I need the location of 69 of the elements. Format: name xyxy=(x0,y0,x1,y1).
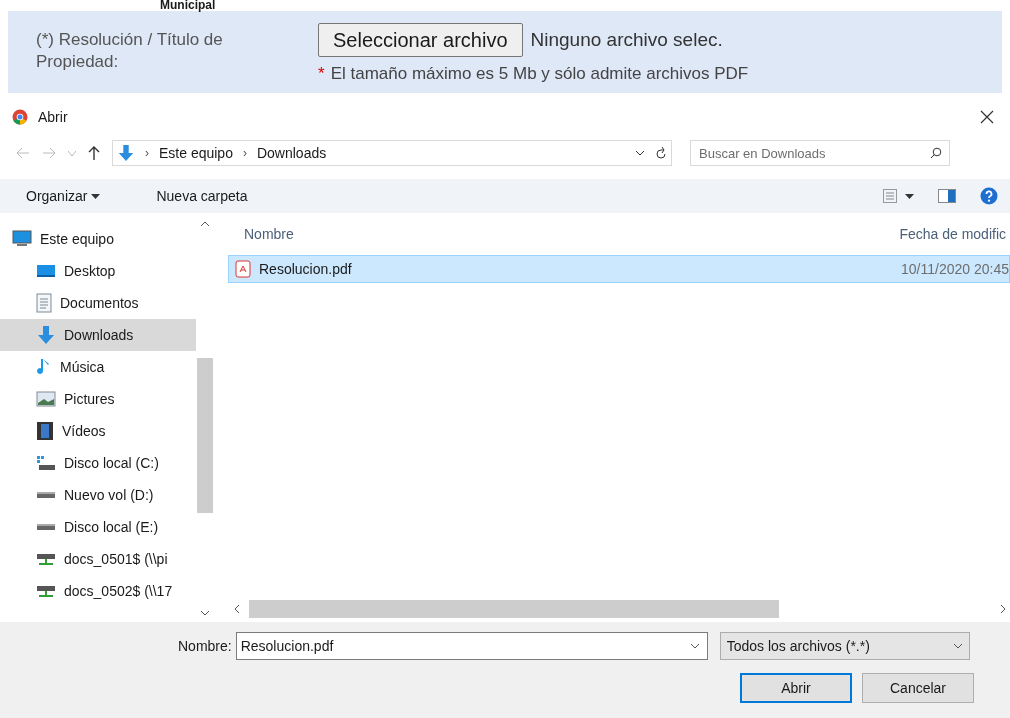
address-bar[interactable]: › Este equipo › Downloads xyxy=(112,140,672,166)
toolbar-button[interactable]: Organizar xyxy=(18,185,109,207)
search-icon xyxy=(930,147,942,159)
pdf-file-icon xyxy=(235,260,251,278)
sidebar-item[interactable]: Desktop xyxy=(0,255,196,287)
monitor-icon xyxy=(36,263,56,279)
network-drive-icon xyxy=(36,583,56,599)
browser-logo-icon xyxy=(12,109,28,125)
close-icon[interactable] xyxy=(980,110,994,124)
dialog-button[interactable]: Cancelar xyxy=(862,673,974,703)
preview-pane-icon[interactable] xyxy=(938,189,956,203)
page-heading: Municipal xyxy=(159,0,217,10)
up-arrow-icon[interactable] xyxy=(88,146,100,160)
filename-field[interactable]: Resolucion.pdf xyxy=(235,632,708,660)
sidebar-item[interactable]: Disco local (C:) xyxy=(0,447,196,479)
caret-icon[interactable] xyxy=(635,150,645,156)
down-arrow-icon xyxy=(117,143,135,163)
column-header[interactable]: Fecha de modific xyxy=(899,223,1006,245)
file-status: Ninguno archivo selec. xyxy=(530,27,723,52)
scroll-down-icon[interactable] xyxy=(201,611,209,616)
breadcrumb-separator: › xyxy=(242,145,247,162)
file-name: Resolucion.pdf xyxy=(259,259,352,279)
music-note-icon xyxy=(36,357,52,377)
drive-icon xyxy=(36,523,56,531)
hint-text: El tamaño máximo es 5 Mb y sólo admite archivos PDF xyxy=(330,63,749,85)
file-select-button[interactable]: Seleccionar archivo xyxy=(318,23,523,57)
sidebar-item[interactable]: Vídeos xyxy=(0,415,196,447)
computer-icon xyxy=(12,230,32,248)
filename-label: Nombre: xyxy=(178,636,232,656)
sidebar-item[interactable]: Este equipo xyxy=(0,223,196,255)
breadcrumb-item[interactable]: Downloads xyxy=(256,142,327,164)
sidebar-item[interactable]: Downloads xyxy=(0,319,196,351)
sidebar-item[interactable]: Documentos xyxy=(0,287,196,319)
caret-icon xyxy=(952,643,963,649)
caret-icon[interactable] xyxy=(905,193,914,199)
field-label: (*) Resolución / Título de Propiedad: xyxy=(36,29,224,73)
file-type-dropdown[interactable]: Todos los archivos (*.*) xyxy=(719,632,970,660)
dialog-title: Abrir xyxy=(38,107,68,127)
sidebar-item[interactable]: docs_0502$ (\\17 xyxy=(0,575,196,607)
dialog-button[interactable]: Abrir xyxy=(740,673,852,703)
toolbar-button[interactable]: Nueva carpeta xyxy=(148,185,256,207)
network-drive-icon xyxy=(36,551,56,567)
refresh-icon[interactable] xyxy=(655,146,667,160)
scrollbar-thumb[interactable] xyxy=(249,600,779,618)
scroll-left-icon[interactable] xyxy=(234,605,239,613)
drive-icon xyxy=(36,455,56,471)
picture-icon xyxy=(36,391,56,407)
down-arrow-icon xyxy=(36,325,56,345)
breadcrumb-separator: › xyxy=(145,145,149,162)
document-icon xyxy=(36,293,52,313)
sidebar-item[interactable]: docs_0501$ (\\pi xyxy=(0,543,196,575)
sidebar-item[interactable]: Disco local (E:) xyxy=(0,511,196,543)
sidebar-item[interactable]: Música xyxy=(0,351,196,383)
file-date: 10/11/2020 20:45 xyxy=(901,259,1009,279)
file-row[interactable]: Resolucion.pdf 10/11/2020 20:45 xyxy=(228,255,1010,283)
scroll-right-icon[interactable] xyxy=(1001,605,1006,613)
drive-icon xyxy=(36,491,56,499)
column-header[interactable]: Nombre xyxy=(244,223,294,245)
scroll-up-icon[interactable] xyxy=(201,221,209,226)
view-options-icon[interactable] xyxy=(883,189,897,203)
help-icon[interactable] xyxy=(980,187,998,205)
scrollbar-thumb[interactable] xyxy=(197,358,213,513)
search-field[interactable]: Buscar en Downloads xyxy=(690,140,950,166)
caret-icon[interactable] xyxy=(689,643,700,649)
breadcrumb-item[interactable]: Este equipo xyxy=(159,142,233,164)
required-mark: * xyxy=(318,63,325,85)
film-icon xyxy=(36,421,54,441)
sidebar-item[interactable]: Nuevo vol (D:) xyxy=(0,479,196,511)
sidebar-item[interactable]: Pictures xyxy=(0,383,196,415)
